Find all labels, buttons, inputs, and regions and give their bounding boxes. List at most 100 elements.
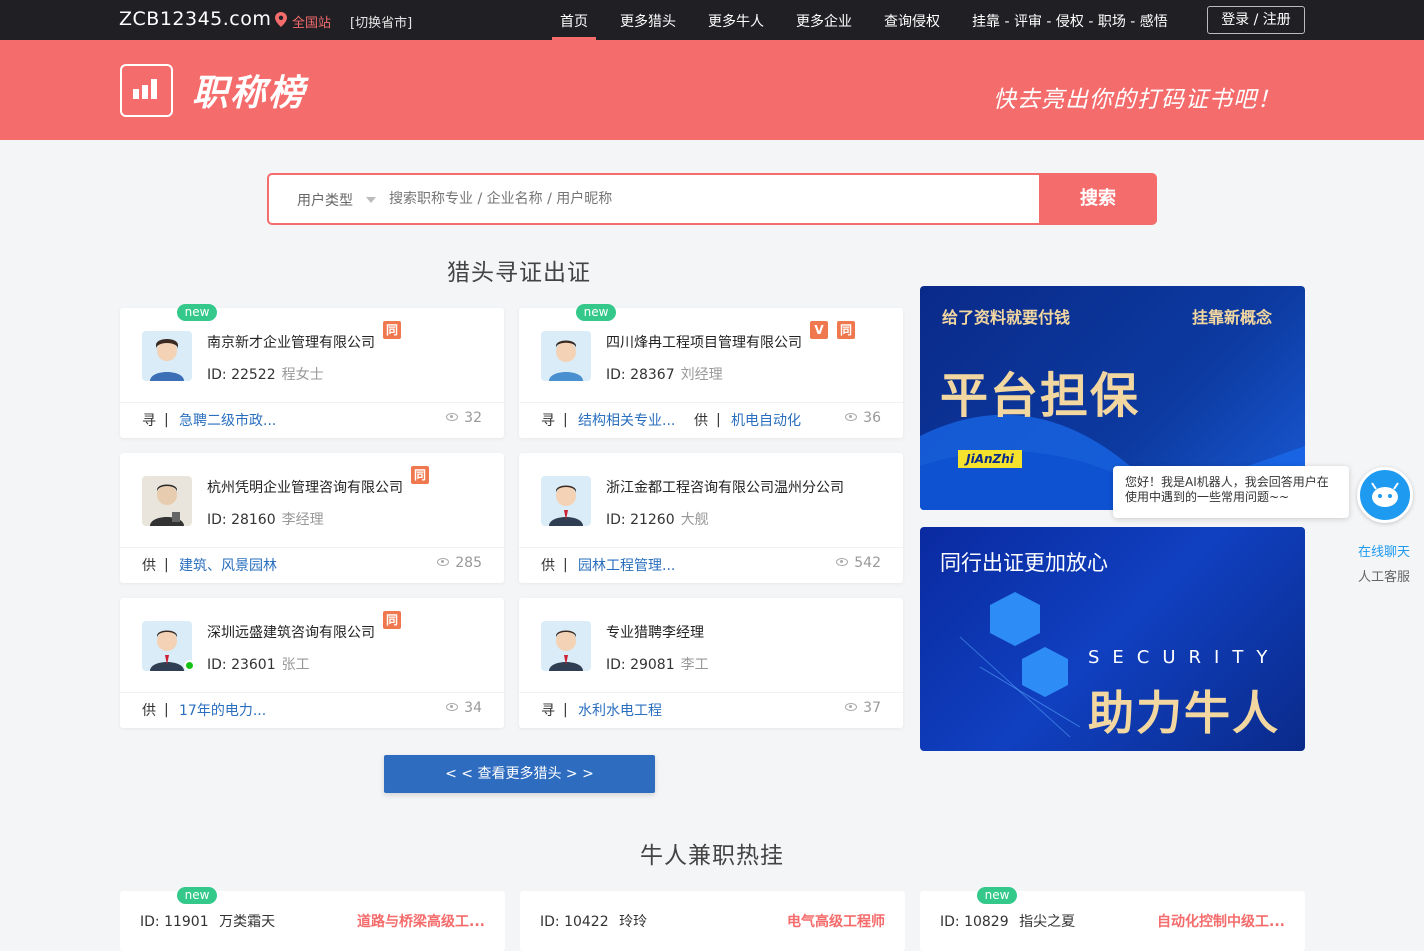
tag-same-icon: 同 xyxy=(383,611,401,629)
nav-more-headhunters[interactable]: 更多猎头 xyxy=(620,11,676,31)
seek-label: 寻 xyxy=(541,413,555,429)
verified-icon: V xyxy=(810,321,828,339)
online-status-dot xyxy=(184,660,195,671)
supply-label: 供 xyxy=(142,558,156,574)
company-name[interactable]: 浙江金都工程咨询有限公司温州分公司 xyxy=(606,477,844,497)
seek-label: 寻 xyxy=(541,703,555,719)
supply-label: 供 xyxy=(694,413,708,429)
talent-cert[interactable]: 电气高级工程师 xyxy=(787,911,885,931)
headhunter-card[interactable]: new 四川烽冉工程项目管理有限公司 V 同 ID: 28367 刘经理 寻 | … xyxy=(519,304,903,438)
company-name[interactable]: 专业猎聘李经理 xyxy=(606,622,704,642)
user-id-line: ID: 21260 大舰 xyxy=(606,512,709,528)
nav-more-talents[interactable]: 更多牛人 xyxy=(708,11,764,31)
chat-robot-icon[interactable] xyxy=(1357,467,1413,523)
talent-id: ID: 11901 万类霜天 xyxy=(140,914,276,930)
view-count: 37 xyxy=(845,700,881,716)
switch-province-link[interactable]: [切换省市] xyxy=(350,12,412,31)
company-name[interactable]: 深圳远盛建筑咨询有限公司 xyxy=(207,622,375,642)
slogan: 快去亮出你的打码证书吧！ xyxy=(993,87,1281,113)
eye-icon xyxy=(446,413,459,421)
human-service-link[interactable]: 人工客服 xyxy=(1358,566,1410,585)
cert-link[interactable]: 建筑、风景园林 xyxy=(179,555,277,575)
current-location[interactable]: 全国站 xyxy=(292,12,331,31)
talent-card[interactable]: new ID: 11901 万类霜天 道路与桥梁高级工... xyxy=(120,887,505,951)
user-id-line: ID: 28160 李经理 xyxy=(207,512,324,528)
ad-banner-security[interactable]: 同行出证更加放心 SECURITY 助力牛人 xyxy=(920,527,1305,751)
talent-cert[interactable]: 自动化控制中级工... xyxy=(1157,911,1285,931)
eye-icon xyxy=(845,703,858,711)
login-register-button[interactable]: 登录 / 注册 xyxy=(1207,6,1305,34)
nav-query-infringement[interactable]: 查询侵权 xyxy=(884,11,940,31)
headhunter-card[interactable]: new 南京新才企业管理有限公司 同 ID: 22522 程女士 寻 | 急聘二级… xyxy=(120,304,504,438)
cert-link[interactable]: 水利水电工程 xyxy=(578,700,662,720)
logo-text[interactable]: 职称榜 xyxy=(192,64,306,116)
cert-link[interactable]: 园林工程管理... xyxy=(578,555,675,575)
view-count: 34 xyxy=(446,700,482,716)
eye-icon xyxy=(437,558,450,566)
view-count: 542 xyxy=(836,555,881,571)
avatar xyxy=(541,621,591,671)
ad2-top: 同行出证更加放心 xyxy=(940,551,1108,575)
cert-link[interactable]: 机电自动化 xyxy=(731,410,801,430)
supply-label: 供 xyxy=(541,558,555,574)
seek-label: 寻 xyxy=(142,413,156,429)
supply-label: 供 xyxy=(142,703,156,719)
site-name[interactable]: ZCB12345.com xyxy=(119,8,271,30)
talent-card[interactable]: ID: 10422 玲玲 电气高级工程师 xyxy=(520,891,905,951)
tag-same-icon: 同 xyxy=(411,466,429,484)
avatar xyxy=(541,331,591,381)
search-button[interactable]: 搜索 xyxy=(1039,175,1157,223)
section-title-headhunters: 猎头寻证出证 xyxy=(447,260,591,286)
user-type-select[interactable]: 用户类型 xyxy=(297,190,353,210)
cert-link[interactable]: 17年的电力... xyxy=(179,700,266,720)
headhunter-card[interactable]: 专业猎聘李经理 ID: 29081 李工 寻 | 水利水电工程 37 xyxy=(519,598,903,728)
eye-icon xyxy=(446,703,459,711)
headhunter-card[interactable]: 浙江金都工程咨询有限公司温州分公司 ID: 21260 大舰 供 | 园林工程管理… xyxy=(519,453,903,583)
avatar xyxy=(142,476,192,526)
online-chat-link[interactable]: 在线聊天 xyxy=(1358,541,1410,560)
view-count: 32 xyxy=(446,410,482,426)
ad2-main: 助力牛人 xyxy=(1088,686,1280,740)
ad1-main: 平台担保 xyxy=(940,368,1141,424)
new-badge: new xyxy=(177,887,217,904)
ad1-top-right: 挂靠新概念 xyxy=(1192,308,1273,327)
user-id-line: ID: 23601 张工 xyxy=(207,657,310,673)
new-badge: new xyxy=(576,304,616,321)
company-name[interactable]: 杭州凭明企业管理咨询有限公司 xyxy=(207,477,403,497)
nav-home[interactable]: 首页 xyxy=(560,11,588,31)
logo-chart-icon[interactable] xyxy=(120,64,173,117)
tag-same-icon: 同 xyxy=(837,321,855,339)
top-navbar: ZCB12345.com 全国站 [切换省市] 首页 更多猎头 更多牛人 更多企… xyxy=(0,0,1424,40)
ad1-brand: JiAnZhi xyxy=(958,450,1022,468)
company-name[interactable]: 南京新才企业管理有限公司 xyxy=(207,332,375,352)
tag-same-icon: 同 xyxy=(383,321,401,339)
chevron-down-icon[interactable] xyxy=(366,197,376,203)
nav-more-companies[interactable]: 更多企业 xyxy=(796,11,852,31)
ad1-top-left: 给了资料就要付钱 xyxy=(942,308,1071,327)
talent-cert[interactable]: 道路与桥梁高级工... xyxy=(357,911,485,931)
view-count: 36 xyxy=(845,410,881,426)
ad2-sub: SECURITY xyxy=(1088,647,1281,668)
talent-id: ID: 10422 玲玲 xyxy=(540,914,648,930)
cert-link[interactable]: 结构相关专业... xyxy=(578,410,675,430)
talent-id: ID: 10829 指尖之夏 xyxy=(940,914,1076,930)
user-id-line: ID: 22522 程女士 xyxy=(207,367,324,383)
user-id-line: ID: 29081 李工 xyxy=(606,657,709,673)
nav-articles[interactable]: 挂靠 - 评审 - 侵权 - 职场 - 感悟 xyxy=(972,11,1168,31)
headhunter-card[interactable]: 杭州凭明企业管理咨询有限公司 同 ID: 28160 李经理 供 | 建筑、风景园… xyxy=(120,453,504,583)
location-pin-icon xyxy=(275,12,287,27)
new-badge: new xyxy=(177,304,217,321)
new-badge: new xyxy=(977,887,1017,904)
more-headhunters-button[interactable]: < < 查看更多猎头 > > xyxy=(384,755,655,793)
search-input[interactable] xyxy=(389,187,1029,211)
chat-greeting-bubble[interactable]: 您好！我是AI机器人，我会回答用户在使用中遇到的一些常用问题~~ xyxy=(1113,466,1349,518)
headhunter-card[interactable]: 深圳远盛建筑咨询有限公司 同 ID: 23601 张工 供 | 17年的电力...… xyxy=(120,598,504,728)
avatar xyxy=(142,331,192,381)
eye-icon xyxy=(845,413,858,421)
section-title-talents: 牛人兼职热挂 xyxy=(640,843,784,869)
eye-icon xyxy=(836,558,849,566)
company-name[interactable]: 四川烽冉工程项目管理有限公司 xyxy=(606,332,802,352)
user-id-line: ID: 28367 刘经理 xyxy=(606,367,723,383)
talent-card[interactable]: new ID: 10829 指尖之夏 自动化控制中级工... xyxy=(920,887,1305,951)
cert-link[interactable]: 急聘二级市政... xyxy=(179,410,276,430)
